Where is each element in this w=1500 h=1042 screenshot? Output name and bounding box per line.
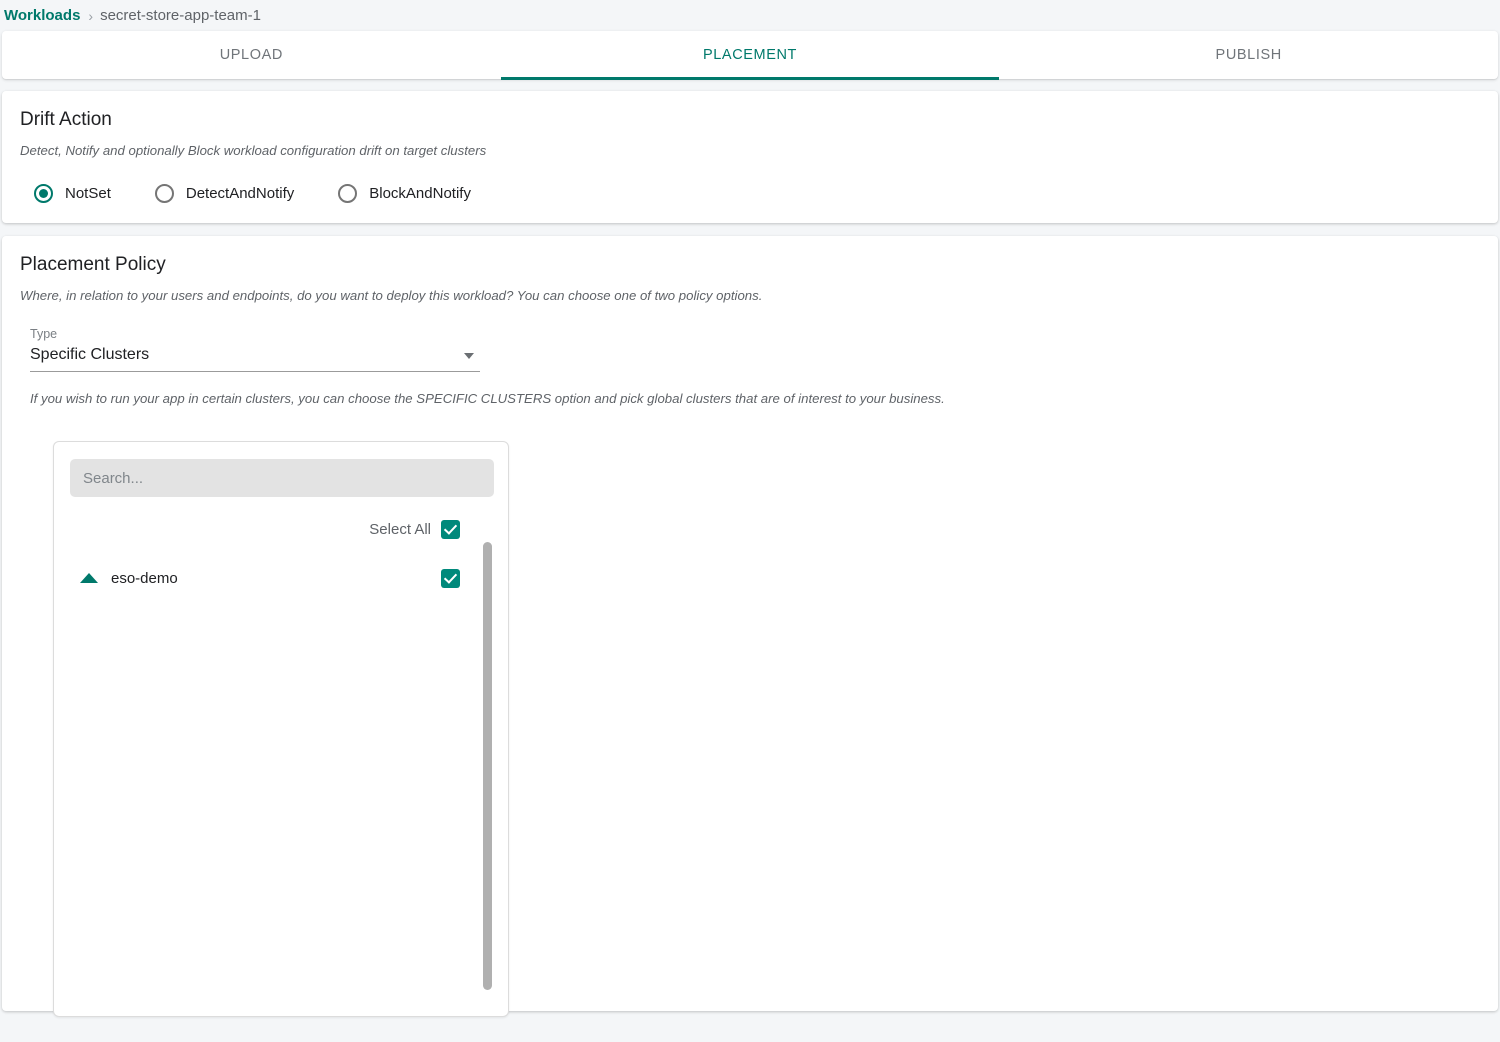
radio-label-detectandnotify: DetectAndNotify [185, 185, 295, 202]
radio-option-detectandnotify[interactable]: DetectAndNotify [154, 184, 295, 203]
select-all-label: Select All [369, 520, 431, 538]
cluster-list-scrollbar[interactable] [483, 542, 492, 990]
radio-icon-detectandnotify [154, 184, 174, 203]
radio-label-notset: NotSet [65, 185, 111, 202]
placement-policy-card: Placement Policy Where, in relation to y… [2, 236, 1498, 1017]
type-select[interactable]: Specific Clusters [30, 342, 480, 372]
type-field: Type Specific Clusters [20, 326, 480, 372]
select-all-checkbox[interactable] [441, 519, 460, 539]
radio-icon-blockandnotify [338, 184, 358, 203]
type-field-hint: If you wish to run your app in certain c… [30, 391, 945, 406]
triangle-up-icon[interactable] [80, 573, 98, 583]
radio-label-blockandnotify: BlockAndNotify [369, 185, 471, 202]
drift-action-title: Drift Action [20, 109, 112, 130]
type-field-label: Type [30, 327, 58, 341]
cluster-checkbox[interactable] [441, 568, 460, 588]
breadcrumb-current: secret-store-app-team-1 [100, 7, 261, 24]
tab-placement[interactable]: PLACEMENT [500, 31, 1000, 80]
type-select-value: Specific Clusters [30, 346, 150, 363]
list-item[interactable]: eso-demo [70, 563, 492, 593]
radio-icon-notset [34, 184, 53, 203]
cluster-list: Select All eso-demo [70, 514, 492, 1008]
cluster-name-label: eso-demo [111, 569, 178, 587]
tab-bar: UPLOAD PLACEMENT PUBLISH [2, 31, 1498, 80]
search-input[interactable] [70, 459, 494, 497]
chevron-down-icon [464, 353, 474, 359]
tab-publish[interactable]: PUBLISH [999, 31, 1498, 79]
breadcrumb-link-workloads[interactable]: Workloads [4, 7, 80, 24]
drift-action-card: Drift Action Detect, Notify and optional… [2, 91, 1498, 223]
tab-upload[interactable]: UPLOAD [2, 31, 501, 79]
drift-action-description: Detect, Notify and optionally Block work… [20, 143, 487, 158]
radio-option-notset[interactable]: NotSet [34, 184, 111, 203]
cluster-picker-panel: Select All eso-demo [53, 441, 509, 1017]
drift-action-radio-group: NotSet DetectAndNotify BlockAndNotify [20, 184, 1480, 203]
radio-option-blockandnotify[interactable]: BlockAndNotify [338, 184, 471, 203]
breadcrumb-separator-icon: › [88, 7, 94, 24]
breadcrumb: Workloads › secret-store-app-team-1 [0, 0, 1500, 31]
placement-policy-title: Placement Policy [20, 254, 166, 275]
placement-policy-description: Where, in relation to your users and end… [20, 288, 763, 303]
select-all-row[interactable]: Select All [70, 514, 492, 544]
